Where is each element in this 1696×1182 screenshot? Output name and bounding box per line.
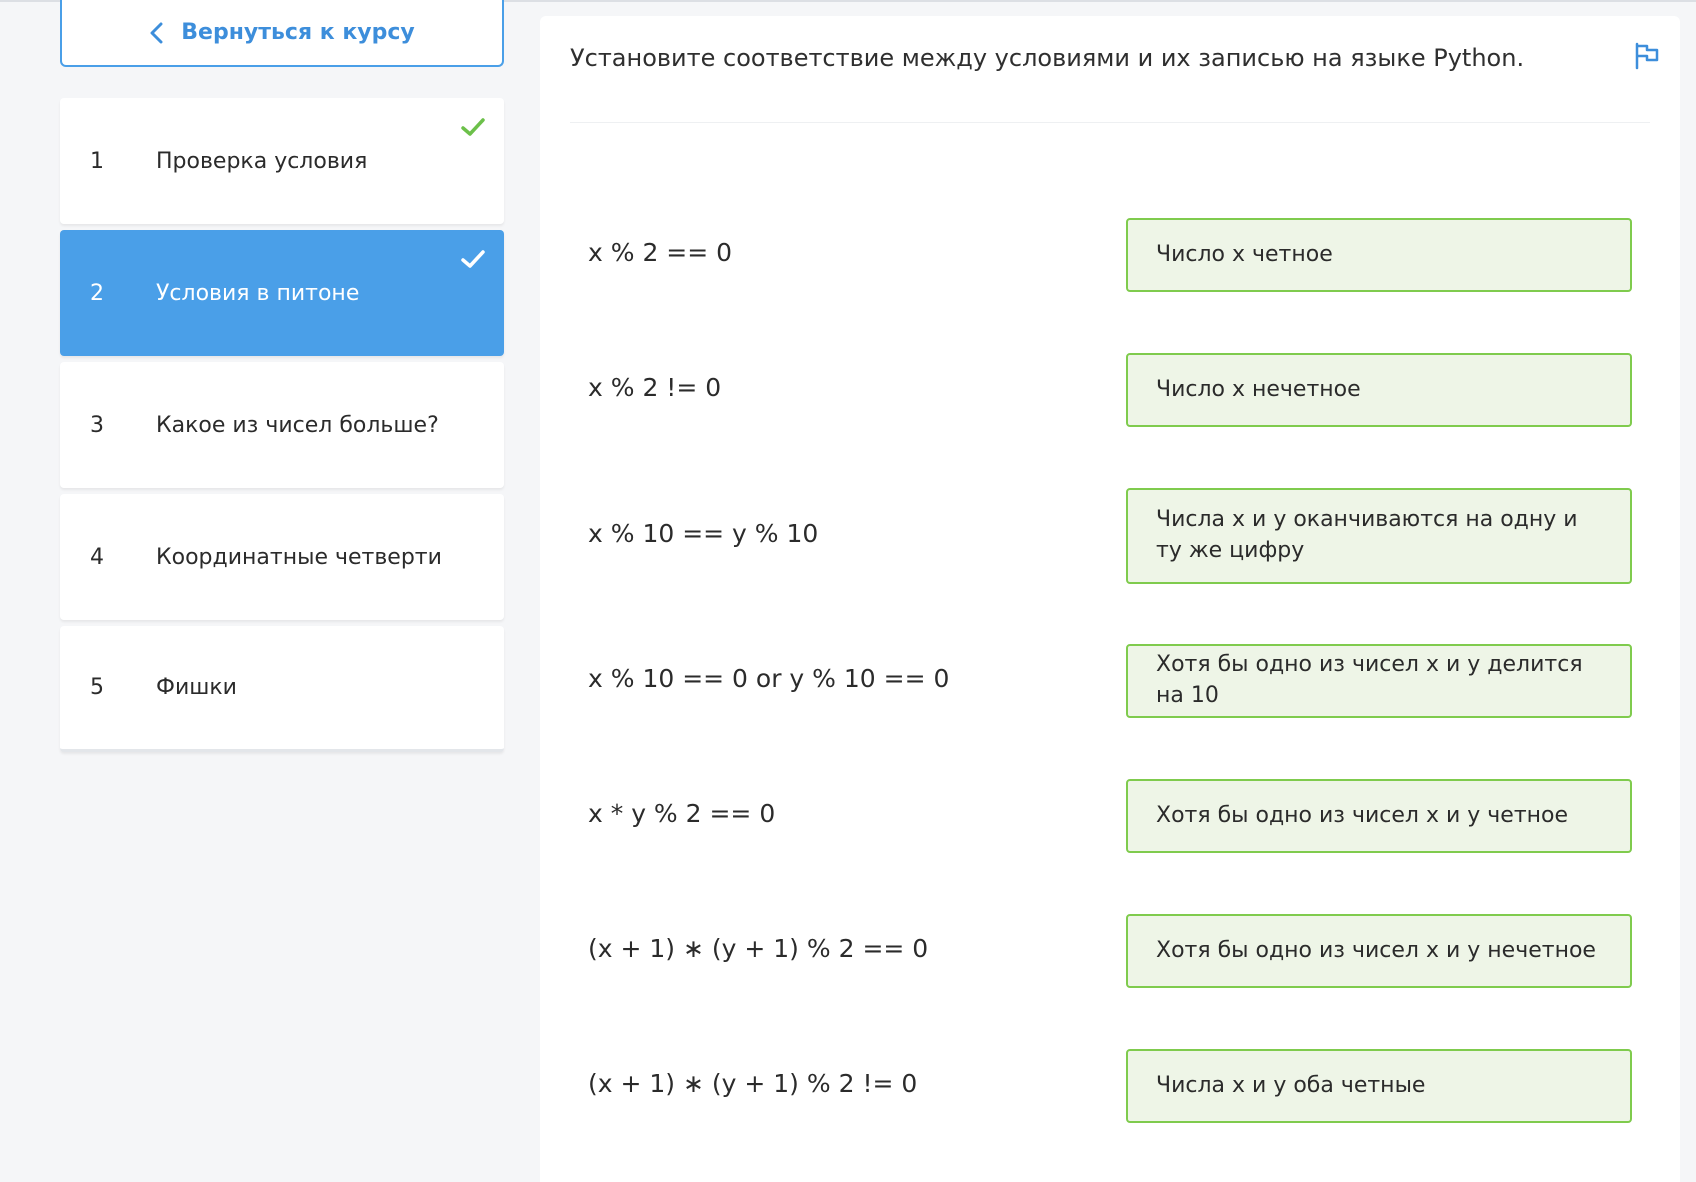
lesson-list: 1 Проверка условия 2 Условия в питоне 3 … <box>60 98 504 752</box>
condition-expression: (x + 1) ∗ (y + 1) % 2 != 0 <box>588 1069 918 1098</box>
lesson-item-3[interactable]: 3 Какое из чисел больше? <box>60 362 504 488</box>
lesson-number: 3 <box>90 412 104 438</box>
match-option[interactable]: Хотя бы одно из чисел x и y нечетное <box>1126 914 1632 988</box>
condition-expression: x % 2 != 0 <box>588 373 722 402</box>
lesson-title: Какое из чисел больше? <box>156 412 439 438</box>
lesson-title: Проверка условия <box>156 148 368 174</box>
lesson-number: 2 <box>90 280 104 306</box>
condition-expression: x * y % 2 == 0 <box>588 799 776 828</box>
lesson-item-2[interactable]: 2 Условия в питоне <box>60 230 504 356</box>
lesson-title: Координатные четверти <box>156 544 442 570</box>
question-text: Установите соответствие между условиями … <box>570 44 1525 72</box>
lesson-number: 5 <box>90 675 104 700</box>
task-panel: Установите соответствие между условиями … <box>540 16 1680 1182</box>
back-to-course-button[interactable]: Вернуться к курсу <box>60 0 504 67</box>
lesson-number: 1 <box>90 148 104 174</box>
checkmark-icon <box>461 250 485 268</box>
condition-expression: x % 10 == y % 10 <box>588 519 819 548</box>
chevron-left-icon <box>150 22 163 43</box>
condition-expression: (x + 1) ∗ (y + 1) % 2 == 0 <box>588 934 929 963</box>
match-option[interactable]: Число x нечетное <box>1126 353 1632 427</box>
lesson-title: Фишки <box>156 675 237 700</box>
condition-expression: x % 2 == 0 <box>588 238 733 267</box>
match-option[interactable]: Число x четное <box>1126 218 1632 292</box>
match-option[interactable]: Хотя бы одно из чисел x и y делится на 1… <box>1126 644 1632 718</box>
lesson-item-5[interactable]: 5 Фишки <box>60 626 504 752</box>
divider <box>570 122 1650 123</box>
match-option[interactable]: Числа x и y оба четные <box>1126 1049 1632 1123</box>
lesson-title: Условия в питоне <box>156 280 360 306</box>
condition-expression: x % 10 == 0 or y % 10 == 0 <box>588 664 950 693</box>
back-to-course-label: Вернуться к курсу <box>181 20 415 45</box>
lesson-item-1[interactable]: 1 Проверка условия <box>60 98 504 224</box>
checkmark-icon <box>461 118 485 136</box>
lesson-item-4[interactable]: 4 Координатные четверти <box>60 494 504 620</box>
lesson-number: 4 <box>90 544 104 570</box>
flag-icon[interactable] <box>1634 42 1660 70</box>
match-option[interactable]: Числа x и y оканчиваются на одну и ту же… <box>1126 488 1632 584</box>
match-option[interactable]: Хотя бы одно из чисел x и y четное <box>1126 779 1632 853</box>
